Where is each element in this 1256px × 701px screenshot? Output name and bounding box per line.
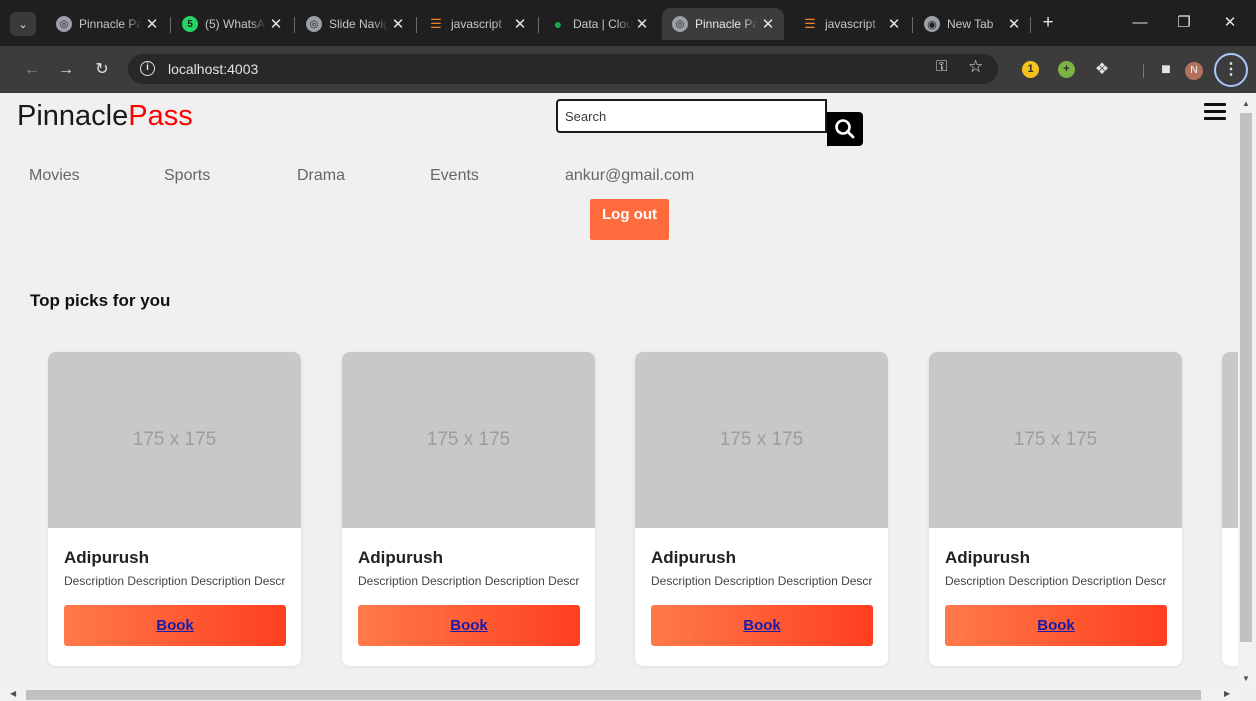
chevron-down-icon: ⌄ [18, 18, 28, 31]
kebab-menu-icon: ⋮ [1223, 61, 1239, 78]
search-button[interactable] [827, 112, 863, 146]
card-description: Description Description Description Desc… [945, 574, 1167, 588]
password-key-icon[interactable]: ⚿ [936, 58, 947, 75]
movie-card: 175 x 175 Adipurush Description Descript… [635, 352, 888, 666]
reload-icon: ↻ [95, 61, 109, 78]
nav-link-drama[interactable]: Drama [297, 167, 345, 185]
search-input[interactable] [558, 101, 825, 131]
globe-icon: ◎ [672, 16, 688, 32]
plus-icon: + [1042, 12, 1054, 33]
close-icon[interactable]: ✕ [266, 15, 286, 33]
close-window-button[interactable]: ✕ [1215, 10, 1245, 36]
close-icon[interactable]: ✕ [388, 15, 408, 33]
book-button[interactable]: Book [651, 605, 873, 646]
horizontal-scroll-thumb[interactable] [26, 690, 1201, 700]
close-icon[interactable]: ✕ [142, 15, 162, 33]
extension-badge-icon[interactable]: 1 [1022, 61, 1039, 78]
card-title: Adipurush [651, 548, 736, 567]
close-icon: ✕ [1223, 14, 1237, 31]
scroll-down-icon[interactable]: ▼ [1242, 674, 1250, 683]
profile-avatar[interactable]: N [1185, 62, 1203, 80]
card-title: Adipurush [64, 548, 149, 567]
close-icon[interactable]: ✕ [1004, 15, 1024, 33]
scroll-up-icon[interactable]: ▲ [1242, 99, 1250, 108]
restore-icon: ❐ [1177, 14, 1191, 31]
reload-button[interactable]: ↻ [88, 56, 116, 84]
arrow-left-icon: ← [24, 61, 40, 78]
search-box [556, 99, 827, 133]
browser-tab-2[interactable]: ◎ Slide Navigation ✕ [296, 8, 414, 40]
site-logo[interactable]: PinnaclePass [17, 100, 193, 133]
card-image-placeholder[interactable]: 175 x 175 [635, 352, 888, 528]
card-description: Description Description Description Desc… [64, 574, 286, 588]
side-panel-icon[interactable]: ■ [1152, 56, 1180, 84]
restore-button[interactable]: ❐ [1169, 10, 1199, 36]
back-button[interactable]: ← [18, 56, 46, 84]
address-bar[interactable]: i localhost:4003 ⚿ ☆ [128, 54, 998, 84]
book-button[interactable]: Book [945, 605, 1167, 646]
card-image-placeholder[interactable]: 175 x 175 [342, 352, 595, 528]
browser-tab-7[interactable]: ◉ New Tab ✕ [914, 8, 1030, 40]
minimize-button[interactable]: — [1125, 10, 1155, 36]
movie-card: 175 x 175 Adipurush Description Descript… [929, 352, 1182, 666]
scroll-left-icon[interactable]: ◀ [10, 689, 16, 698]
browser-tab-strip: ⌄ ◎ Pinnacle Pass ✕ 5 (5) WhatsApp ✕ ◎ S… [0, 0, 1256, 46]
vertical-scroll-thumb[interactable] [1240, 113, 1252, 642]
nav-link-movies[interactable]: Movies [29, 167, 80, 185]
vertical-scrollbar[interactable]: ▲ ▼ [1238, 93, 1256, 688]
card-image-placeholder[interactable]: 175 x 175 [929, 352, 1182, 528]
browser-tab-0[interactable]: ◎ Pinnacle Pass ✕ [46, 8, 168, 40]
globe-icon: ◎ [306, 16, 322, 32]
user-email: ankur@gmail.com [565, 167, 695, 184]
mongodb-leaf-icon: ● [553, 16, 563, 32]
card-title: Adipurush [358, 548, 443, 567]
chrome-icon: ◉ [924, 16, 940, 32]
new-tab-button[interactable]: + [1036, 12, 1060, 36]
page-viewport: PinnaclePass Movies Sports Drama Events … [0, 93, 1256, 701]
search-icon [835, 119, 855, 139]
bookmark-star-icon[interactable]: ☆ [968, 57, 983, 77]
scroll-right-icon[interactable]: ▶ [1224, 689, 1230, 698]
tab-search-button[interactable]: ⌄ [10, 12, 36, 36]
stackoverflow-icon: ☰ [804, 16, 816, 31]
browser-tab-5-active[interactable]: ◎ Pinnacle Pass ✕ [662, 8, 784, 40]
movie-card: 175 x 175 Adipurush Description Descript… [342, 352, 595, 666]
card-image-placeholder[interactable]: 175 x 175 [48, 352, 301, 528]
minimize-icon: — [1132, 14, 1148, 31]
close-icon[interactable]: ✕ [758, 15, 778, 33]
browser-menu-button[interactable]: ⋮ [1214, 53, 1248, 87]
nav-link-events[interactable]: Events [430, 167, 479, 185]
book-button[interactable]: Book [64, 605, 286, 646]
browser-tab-3[interactable]: ☰ javascript ✕ [418, 8, 536, 40]
nav-link-sports[interactable]: Sports [164, 167, 210, 185]
browser-tab-4[interactable]: ● Data | Cloud ✕ [540, 8, 658, 40]
logout-button[interactable]: Log out [590, 199, 669, 240]
close-icon[interactable]: ✕ [632, 15, 652, 33]
horizontal-scrollbar[interactable]: ◀ ▶ [0, 688, 1238, 701]
card-description: Description Description Description Desc… [651, 574, 873, 588]
hamburger-menu-icon[interactable] [1204, 103, 1226, 121]
card-description: Description Description Description Desc… [358, 574, 580, 588]
book-button[interactable]: Book [358, 605, 580, 646]
arrow-right-icon: → [58, 61, 74, 78]
card-title: Adipurush [945, 548, 1030, 567]
stackoverflow-icon: ☰ [430, 16, 442, 31]
url-text[interactable]: localhost:4003 [168, 61, 258, 77]
site-info-icon[interactable]: i [140, 61, 155, 76]
globe-icon: ◎ [56, 16, 72, 32]
close-icon[interactable]: ✕ [510, 15, 530, 33]
movie-card: 175 x 175 Adipurush Description Descript… [48, 352, 301, 666]
extension-plus-icon[interactable]: + [1058, 61, 1075, 78]
browser-toolbar: ← → ↻ i localhost:4003 ⚿ ☆ 1 + ❖ ■ N ⋮ [0, 46, 1256, 93]
extensions-puzzle-icon[interactable]: ❖ [1088, 56, 1116, 84]
browser-tab-6[interactable]: ☰ javascript ✕ [792, 8, 910, 40]
section-title: Top picks for you [30, 291, 171, 310]
browser-tab-1[interactable]: 5 (5) WhatsApp ✕ [172, 8, 292, 40]
forward-button[interactable]: → [52, 56, 80, 84]
whatsapp-icon: 5 [182, 16, 198, 32]
close-icon[interactable]: ✕ [884, 15, 904, 33]
